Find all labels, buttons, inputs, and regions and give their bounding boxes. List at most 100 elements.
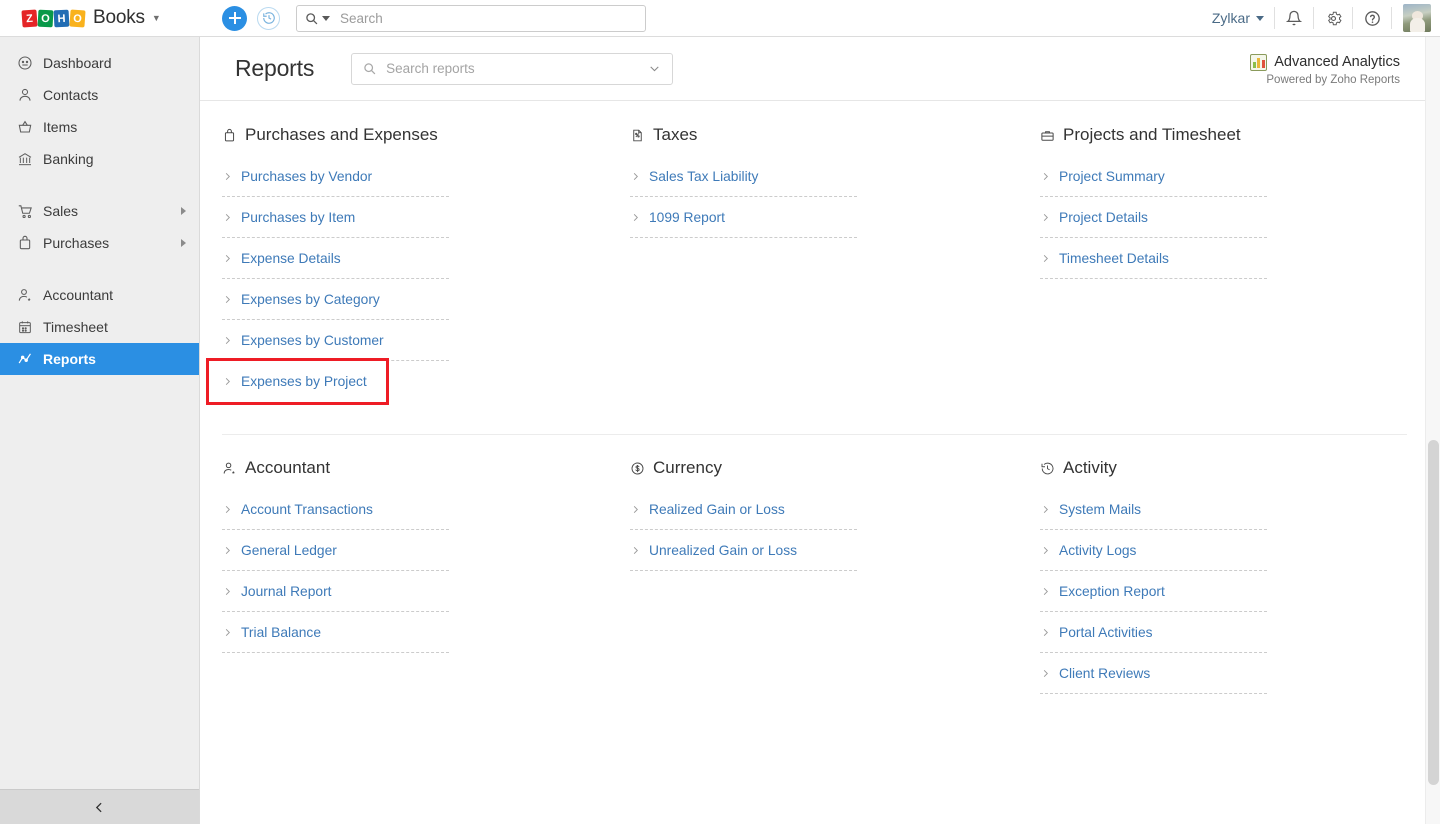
sidebar-item-label: Contacts xyxy=(43,87,98,103)
report-section-accountant: Accountant Account Transactions General … xyxy=(222,458,630,694)
report-link-label: Purchases by Item xyxy=(241,210,355,225)
report-link-system-mails[interactable]: System Mails xyxy=(1040,489,1267,530)
help-question-icon[interactable] xyxy=(1353,0,1391,36)
notifications-bell-icon[interactable] xyxy=(1275,0,1313,36)
sidebar-item-items[interactable]: Items xyxy=(0,111,199,143)
search-icon xyxy=(305,12,318,25)
sidebar-item-sales[interactable]: Sales xyxy=(0,195,199,227)
section-title: Activity xyxy=(1063,458,1117,478)
sidebar-item-banking[interactable]: Banking xyxy=(0,143,199,175)
report-link-realized-gain-or-loss[interactable]: Realized Gain or Loss xyxy=(630,489,857,530)
section-title: Currency xyxy=(653,458,722,478)
report-link-label: Project Summary xyxy=(1059,169,1165,184)
chevron-right-icon xyxy=(1040,668,1051,679)
add-new-button[interactable] xyxy=(222,6,247,31)
sidebar-item-reports[interactable]: Reports xyxy=(0,343,199,375)
user-star-icon xyxy=(222,461,237,476)
report-link-expense-details[interactable]: Expense Details xyxy=(222,238,449,279)
report-search-box[interactable] xyxy=(351,53,673,85)
section-divider xyxy=(222,434,1407,435)
sidebar-item-accountant[interactable]: Accountant xyxy=(0,279,199,311)
report-link-timesheet-details[interactable]: Timesheet Details xyxy=(1040,238,1267,279)
report-link-exception-report[interactable]: Exception Report xyxy=(1040,571,1267,612)
chevron-right-icon xyxy=(1040,171,1051,182)
chevron-left-icon xyxy=(93,801,106,814)
logo-tile-h: H xyxy=(54,9,70,27)
logo-tile-z: Z xyxy=(21,9,37,27)
search-icon xyxy=(363,62,376,75)
section-title: Taxes xyxy=(653,125,697,145)
report-section-taxes: Taxes Sales Tax Liability 1099 Report xyxy=(630,125,1040,402)
brand-logo-area[interactable]: Z O H O Books ▼ xyxy=(0,0,200,36)
report-link-trial-balance[interactable]: Trial Balance xyxy=(222,612,449,653)
user-avatar[interactable] xyxy=(1403,4,1431,32)
global-search-input[interactable] xyxy=(338,10,637,27)
report-search-input[interactable] xyxy=(384,60,648,77)
report-link-client-reviews[interactable]: Client Reviews xyxy=(1040,653,1267,694)
report-link-expenses-by-customer[interactable]: Expenses by Customer xyxy=(222,320,449,361)
logo-tile-o2: O xyxy=(69,9,85,27)
report-link-unrealized-gain-or-loss[interactable]: Unrealized Gain or Loss xyxy=(630,530,857,571)
recent-history-icon[interactable] xyxy=(257,7,280,30)
chevron-down-icon[interactable]: ▼ xyxy=(152,13,161,23)
bank-icon xyxy=(17,151,41,167)
report-link-list: Realized Gain or Loss Unrealized Gain or… xyxy=(630,489,857,571)
report-section-activity: Activity System Mails Activity Logs Exce… xyxy=(1040,458,1440,694)
report-link-expenses-by-project[interactable]: Expenses by Project xyxy=(209,361,386,402)
report-link-project-details[interactable]: Project Details xyxy=(1040,197,1267,238)
sidebar-item-dashboard[interactable]: Dashboard xyxy=(0,47,199,79)
divider xyxy=(1391,7,1392,29)
organization-selector[interactable]: Zylkar xyxy=(1202,10,1274,26)
report-link-portal-activities[interactable]: Portal Activities xyxy=(1040,612,1267,653)
report-link-project-summary[interactable]: Project Summary xyxy=(1040,156,1267,197)
sidebar-item-label: Reports xyxy=(43,351,96,367)
sidebar-collapse-button[interactable] xyxy=(0,789,199,824)
sidebar-item-label: Purchases xyxy=(43,235,109,251)
report-link-journal-report[interactable]: Journal Report xyxy=(222,571,449,612)
report-link-account-transactions[interactable]: Account Transactions xyxy=(222,489,449,530)
section-header: Taxes xyxy=(630,125,1040,145)
sidebar-item-timesheet[interactable]: Timesheet xyxy=(0,311,199,343)
report-link-purchases-by-item[interactable]: Purchases by Item xyxy=(222,197,449,238)
section-header: Projects and Timesheet xyxy=(1040,125,1440,145)
page-scrollbar-track[interactable] xyxy=(1425,37,1440,824)
chevron-right-icon xyxy=(1040,212,1051,223)
chevron-right-icon xyxy=(222,545,233,556)
section-header: Currency xyxy=(630,458,1040,478)
settings-gear-icon[interactable] xyxy=(1314,0,1352,36)
submenu-arrow-icon xyxy=(181,239,186,247)
page-scrollbar-thumb[interactable] xyxy=(1428,440,1439,785)
report-link-activity-logs[interactable]: Activity Logs xyxy=(1040,530,1267,571)
report-section-projects-and-timesheet: Projects and Timesheet Project Summary P… xyxy=(1040,125,1440,402)
chevron-right-icon xyxy=(1040,586,1051,597)
chevron-right-icon xyxy=(630,545,641,556)
report-link-general-ledger[interactable]: General Ledger xyxy=(222,530,449,571)
report-link-label: Activity Logs xyxy=(1059,543,1136,558)
section-title: Purchases and Expenses xyxy=(245,125,438,145)
report-link-1099-report[interactable]: 1099 Report xyxy=(630,197,857,238)
chevron-right-icon xyxy=(1040,253,1051,264)
report-link-purchases-by-vendor[interactable]: Purchases by Vendor xyxy=(222,156,449,197)
report-link-sales-tax-liability[interactable]: Sales Tax Liability xyxy=(630,156,857,197)
report-link-list: Project Summary Project Details Timeshee… xyxy=(1040,156,1267,279)
chevron-down-icon[interactable] xyxy=(648,62,661,75)
sidebar-navigation: Dashboard Contacts Items Banking xyxy=(0,37,200,824)
page-title: Reports xyxy=(235,55,314,82)
cart-icon xyxy=(17,203,41,220)
page-header: Reports Advanced Analytics Powered by Zo… xyxy=(200,37,1440,101)
reports-row-top: Purchases and Expenses Purchases by Vend… xyxy=(222,125,1400,402)
sidebar-item-label: Accountant xyxy=(43,287,113,303)
sidebar-item-label: Timesheet xyxy=(43,319,108,335)
report-link-expenses-by-category[interactable]: Expenses by Category xyxy=(222,279,449,320)
section-header: Purchases and Expenses xyxy=(222,125,630,145)
bag-icon xyxy=(17,235,41,251)
topbar-quick-actions xyxy=(222,6,280,31)
main-content: Reports Advanced Analytics Powered by Zo… xyxy=(200,37,1440,824)
bar-chart-icon xyxy=(1250,54,1267,71)
sidebar-item-label: Banking xyxy=(43,151,94,167)
global-search-box[interactable] xyxy=(296,5,646,32)
advanced-analytics-promo[interactable]: Advanced Analytics Powered by Zoho Repor… xyxy=(1250,52,1400,86)
search-scope-caret-down-icon[interactable] xyxy=(322,16,330,21)
sidebar-item-contacts[interactable]: Contacts xyxy=(0,79,199,111)
sidebar-item-purchases[interactable]: Purchases xyxy=(0,227,199,259)
